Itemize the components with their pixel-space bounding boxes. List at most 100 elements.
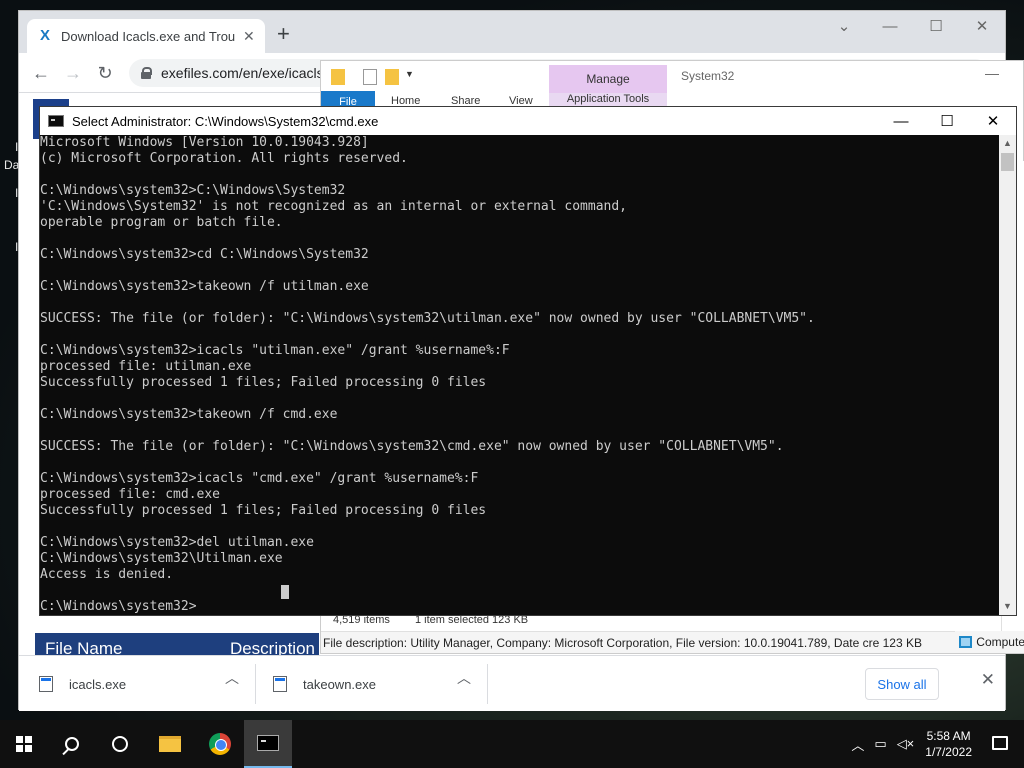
search-icon: [65, 737, 79, 751]
taskbar-cmd[interactable]: [244, 720, 292, 768]
explorer-status-bar: File description: Utility Manager, Compa…: [321, 631, 1023, 653]
computer-location[interactable]: Compute: [955, 631, 1024, 653]
download-filename: takeown.exe: [303, 676, 376, 692]
cortana-icon: [112, 736, 128, 752]
console-line: 'C:\Windows\System32' is not recognized …: [40, 199, 627, 214]
forward-arrow-icon[interactable]: →: [61, 61, 85, 85]
console-line: Successfully processed 1 files; Failed p…: [40, 375, 487, 390]
new-tab-icon[interactable]: +: [277, 23, 290, 45]
console-line: C:\Windows\system32>takeown /f utilman.e…: [40, 279, 369, 294]
file-icon: [273, 676, 287, 692]
lock-icon: [141, 67, 152, 79]
console-line: C:\Windows\system32>: [40, 599, 197, 614]
chevron-down-icon[interactable]: ⌄: [821, 11, 867, 41]
minimize-button[interactable]: —: [985, 65, 999, 81]
vertical-scrollbar[interactable]: ▲ ▼: [999, 135, 1016, 615]
computer-icon: [959, 636, 973, 648]
cmd-console[interactable]: Microsoft Windows [Version 10.0.19043.92…: [40, 135, 1000, 615]
manage-tab[interactable]: Manage: [549, 65, 667, 93]
chevron-up-icon[interactable]: ︿: [457, 668, 471, 688]
console-line: C:\Windows\system32>takeown /f cmd.exe: [40, 407, 338, 422]
chevron-up-icon[interactable]: ︿: [225, 668, 239, 688]
close-downloads-icon[interactable]: ✕: [981, 670, 995, 690]
new-folder-icon[interactable]: [385, 69, 399, 85]
close-tab-icon[interactable]: ✕: [243, 28, 255, 45]
notification-icon[interactable]: [992, 736, 1008, 750]
taskbar-file-explorer[interactable]: [146, 720, 194, 768]
minimize-button[interactable]: —: [878, 107, 924, 135]
folder-icon: [331, 69, 345, 85]
file-icon: [39, 676, 53, 692]
reload-icon[interactable]: ↻: [93, 61, 117, 85]
console-line: C:\Windows\system32\Utilman.exe: [40, 551, 283, 566]
file-explorer-icon: [159, 736, 181, 752]
scroll-thumb[interactable]: [1001, 153, 1014, 171]
url-text: exefiles.com/en/exe/icacls: [161, 65, 324, 81]
download-filename: icacls.exe: [69, 676, 127, 692]
console-line: operable program or batch file.: [40, 215, 283, 230]
downloads-bar: icacls.exe ︿ takeown.exe ︿ Show all ✕: [19, 655, 1005, 711]
console-line: (c) Microsoft Corporation. All rights re…: [40, 151, 408, 166]
console-line: processed file: cmd.exe: [40, 487, 221, 502]
cortana-button[interactable]: [96, 720, 144, 768]
chevron-down-icon[interactable]: ▼: [405, 69, 419, 85]
show-all-button[interactable]: Show all: [865, 668, 939, 700]
browser-window-controls: ⌄ — ☐ ✕: [821, 11, 1005, 43]
taskbar-chrome[interactable]: [196, 720, 244, 768]
close-button[interactable]: ✕: [970, 107, 1016, 135]
console-line: Microsoft Windows [Version 10.0.19043.92…: [40, 135, 369, 150]
windows-logo-icon: [16, 736, 32, 752]
start-button[interactable]: [0, 720, 48, 768]
search-button[interactable]: [48, 720, 96, 768]
file-description-text: File description: Utility Manager, Compa…: [323, 635, 922, 650]
clock-time: 5:58 AM: [926, 729, 971, 743]
maximize-button[interactable]: ☐: [924, 107, 970, 135]
maximize-button[interactable]: ☐: [913, 11, 959, 41]
console-line: SUCCESS: The file (or folder): "C:\Windo…: [40, 311, 815, 326]
x-logo-icon: X: [39, 27, 50, 44]
cmd-title-bar[interactable]: Select Administrator: C:\Windows\System3…: [40, 107, 1016, 135]
browser-tab[interactable]: X Download Icacls.exe and Trouble ✕: [27, 19, 265, 53]
tab-strip: X Download Icacls.exe and Trouble ✕ + ⌄ …: [19, 11, 1005, 53]
cmd-icon: [257, 735, 279, 751]
clock[interactable]: 5:58 AM 1/7/2022: [925, 728, 972, 760]
volume-icon[interactable]: ◁×: [897, 736, 915, 752]
divider: [255, 664, 256, 704]
cmd-window-controls: — ☐ ✕: [878, 107, 1016, 135]
chevron-up-icon[interactable]: ︿: [851, 735, 864, 754]
minimize-button[interactable]: —: [867, 11, 913, 41]
divider: [487, 664, 488, 704]
console-line: SUCCESS: The file (or folder): "C:\Windo…: [40, 439, 784, 454]
cmd-window-title: Select Administrator: C:\Windows\System3…: [72, 113, 379, 129]
back-arrow-icon[interactable]: ←: [29, 61, 53, 85]
properties-icon[interactable]: [363, 69, 377, 85]
system-tray: ︿ ▭ ◁× 5:58 AM 1/7/2022: [846, 720, 972, 768]
console-line: processed file: utilman.exe: [40, 359, 252, 374]
network-icon[interactable]: ▭: [874, 736, 886, 752]
cmd-window: Select Administrator: C:\Windows\System3…: [39, 106, 1017, 616]
download-item-takeown[interactable]: takeown.exe: [273, 664, 376, 704]
text-cursor: [281, 585, 289, 599]
console-line: C:\Windows\system32>icacls "utilman.exe"…: [40, 343, 510, 358]
close-button[interactable]: ✕: [959, 11, 1005, 41]
taskbar: ︿ ▭ ◁× 5:58 AM 1/7/2022: [0, 720, 1024, 768]
clock-date: 1/7/2022: [925, 745, 972, 759]
scroll-up-icon[interactable]: ▲: [999, 135, 1016, 152]
download-item-icacls[interactable]: icacls.exe: [39, 664, 126, 704]
console-line: C:\Windows\system32>cd C:\Windows\System…: [40, 247, 369, 262]
explorer-title-bar: ▼ Manage Application Tools System32 — Fi…: [321, 61, 1023, 111]
scroll-down-icon[interactable]: ▼: [999, 598, 1016, 615]
console-line: C:\Windows\system32>C:\Windows\System32: [40, 183, 346, 198]
tab-title: Download Icacls.exe and Trouble: [61, 28, 235, 44]
console-output: Microsoft Windows [Version 10.0.19043.92…: [40, 135, 1000, 615]
